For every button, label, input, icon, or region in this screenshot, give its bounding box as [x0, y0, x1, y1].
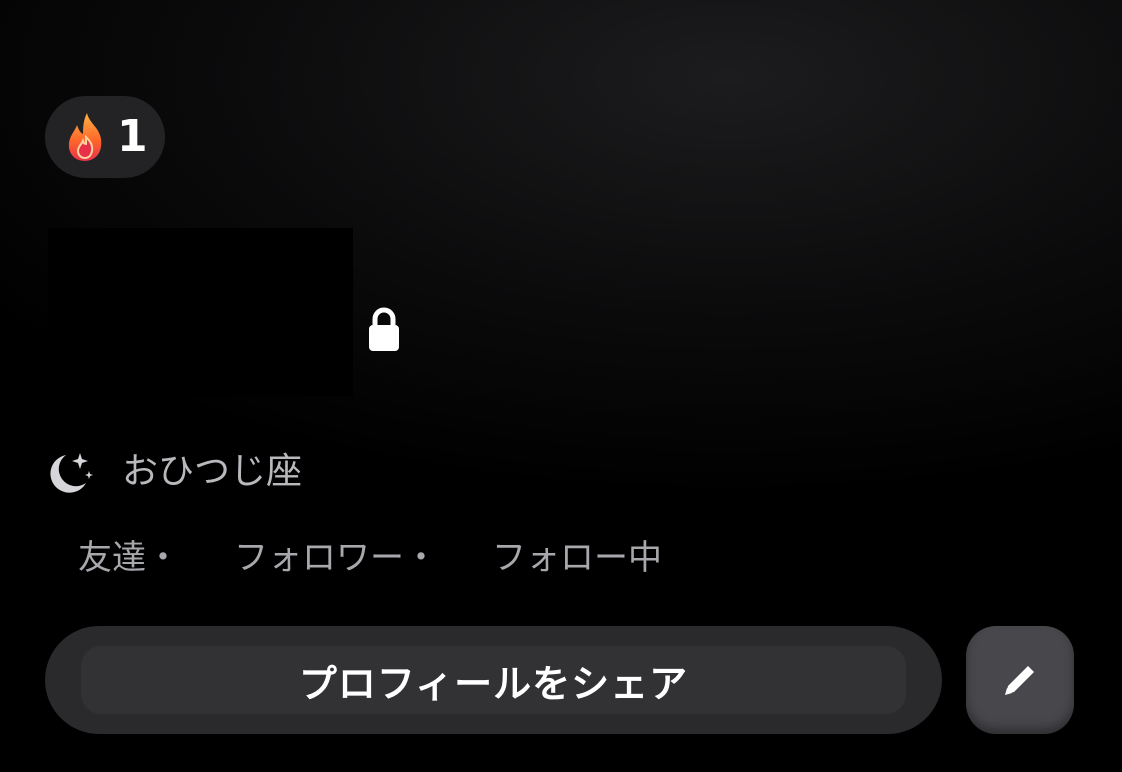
friends-link[interactable]: 友達・ [78, 530, 180, 579]
zodiac-row: おひつじ座 [44, 444, 302, 500]
zodiac-label: おひつじ座 [122, 451, 303, 492]
streak-count: 1 [117, 111, 148, 162]
pencil-icon [1005, 666, 1034, 695]
followers-link[interactable]: フォロワー・ [234, 530, 438, 579]
flame-icon [68, 113, 102, 161]
following-link[interactable]: フォロー中 [492, 530, 662, 579]
edit-profile-button[interactable] [966, 626, 1074, 734]
social-stats: 友達・ フォロワー・ フォロー中 [78, 530, 662, 578]
profile-name-redacted [48, 228, 353, 396]
moon-stars-icon [50, 453, 93, 493]
lock-icon [369, 307, 399, 351]
share-profile-button-face: プロフィールをシェア [81, 646, 906, 714]
streak-badge[interactable]: 1 [45, 96, 165, 178]
share-profile-button[interactable]: プロフィールをシェア [45, 626, 942, 734]
share-profile-label: プロフィールをシェア [298, 661, 689, 706]
